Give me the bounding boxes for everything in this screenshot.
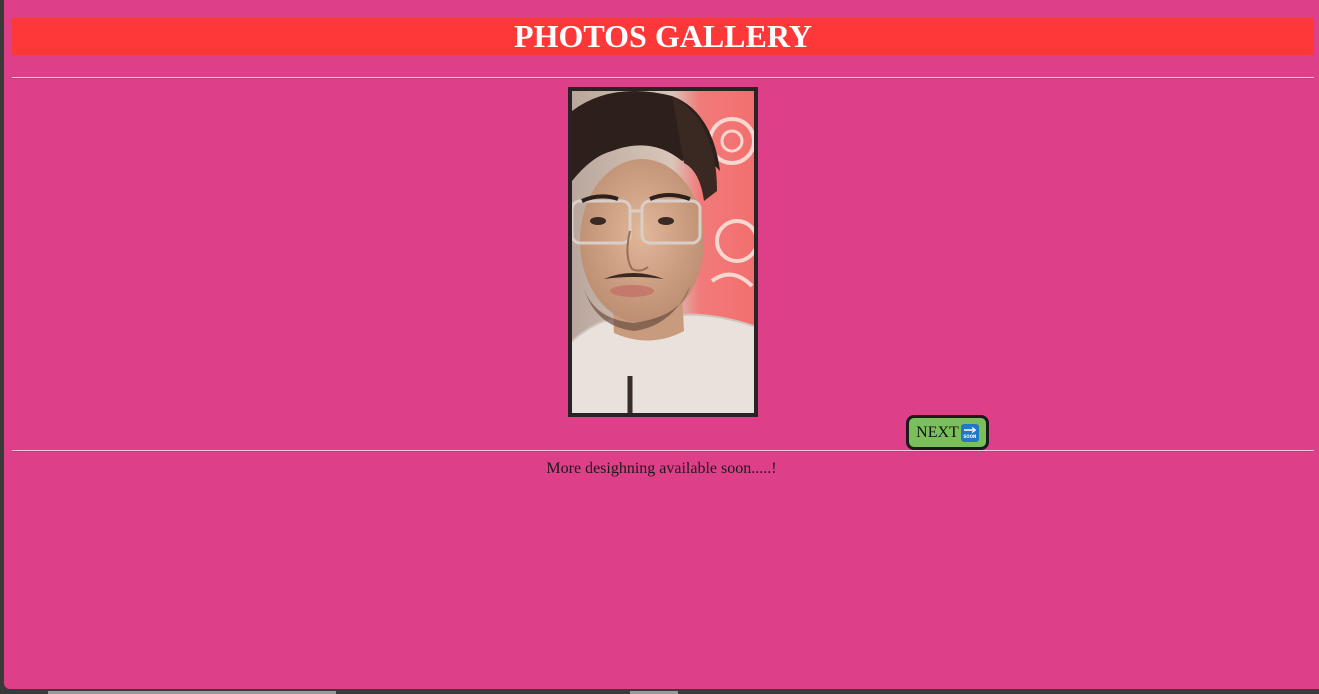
- soon-icon-text: SOON: [963, 433, 977, 439]
- gallery-photo: [568, 87, 758, 417]
- next-button[interactable]: NEXT SOON: [906, 415, 989, 450]
- bottom-divider: [12, 450, 1314, 452]
- footer-message: More desighning available soon.....!: [546, 460, 777, 477]
- next-button-label: NEXT: [916, 423, 959, 441]
- soon-arrow-icon: SOON: [960, 423, 979, 442]
- top-divider: [12, 77, 1314, 79]
- portrait-image: [572, 91, 754, 413]
- page-body: PHOTOS GALLERY NEXT SOON More desighning…: [4, 0, 1319, 689]
- page-title: PHOTOS GALLERY: [12, 18, 1314, 55]
